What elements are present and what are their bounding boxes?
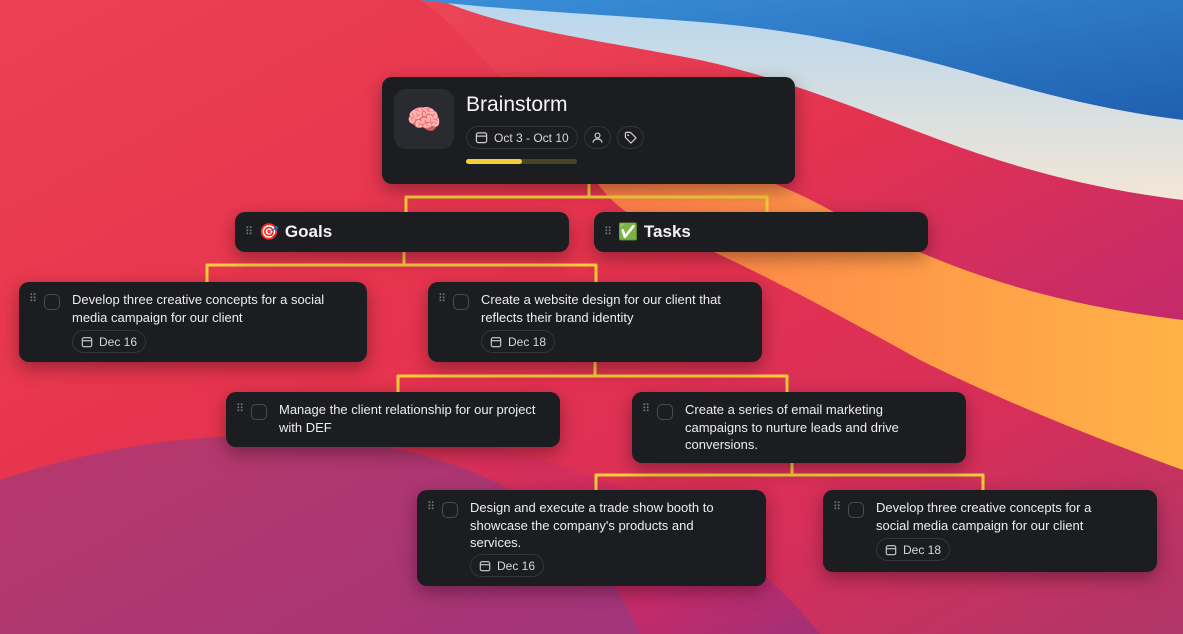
drag-handle-icon[interactable]: ⠿ xyxy=(604,227,612,238)
calendar-icon xyxy=(479,560,491,571)
task-text: Develop three creative concepts for a so… xyxy=(876,500,1092,533)
section-label: Tasks xyxy=(643,222,691,241)
due-date-chip[interactable]: Dec 18 xyxy=(876,538,951,561)
section-tasks[interactable]: ⠿ ✅ Tasks xyxy=(594,212,928,252)
task-checkbox[interactable] xyxy=(251,404,267,420)
drag-handle-icon[interactable]: ⠿ xyxy=(245,227,253,238)
assignee-button[interactable] xyxy=(583,126,611,149)
due-date-text: Dec 16 xyxy=(497,558,536,573)
date-range-chip[interactable]: Oct 3 - Oct 10 xyxy=(466,126,578,149)
due-date-text: Dec 16 xyxy=(99,334,138,349)
progress-fill xyxy=(466,159,522,164)
due-date-text: Dec 18 xyxy=(508,334,547,349)
calendar-icon xyxy=(885,544,897,555)
task-card[interactable]: ⠿ Design and execute a trade show booth … xyxy=(417,490,766,586)
task-text: Manage the client relationship for our p… xyxy=(279,402,536,435)
date-range-text: Oct 3 - Oct 10 xyxy=(494,130,569,145)
drag-handle-icon[interactable]: ⠿ xyxy=(427,502,435,513)
drag-handle-icon[interactable]: ⠿ xyxy=(833,502,841,513)
check-mark-icon: ✅ xyxy=(618,224,638,241)
task-checkbox[interactable] xyxy=(442,502,458,518)
user-icon xyxy=(591,132,603,143)
tag-icon xyxy=(624,131,637,144)
section-goals[interactable]: ⠿ 🎯 Goals xyxy=(235,212,569,252)
drag-handle-icon[interactable]: ⠿ xyxy=(236,404,244,415)
task-card[interactable]: ⠿ Develop three creative concepts for a … xyxy=(823,490,1157,572)
due-date-chip[interactable]: Dec 18 xyxy=(481,330,556,353)
task-text: Create a website design for our client t… xyxy=(481,292,721,325)
task-checkbox[interactable] xyxy=(44,294,60,310)
target-icon: 🎯 xyxy=(259,224,279,241)
task-text: Develop three creative concepts for a so… xyxy=(72,292,325,325)
task-checkbox[interactable] xyxy=(848,502,864,518)
drag-handle-icon[interactable]: ⠿ xyxy=(29,294,37,305)
progress-bar xyxy=(466,159,577,164)
task-text: Design and execute a trade show booth to… xyxy=(470,500,714,550)
root-title: Brainstorm xyxy=(466,93,568,116)
due-date-chip[interactable]: Dec 16 xyxy=(72,330,147,353)
task-card[interactable]: ⠿ Create a website design for our client… xyxy=(428,282,762,362)
root-meta: Oct 3 - Oct 10 xyxy=(466,126,644,149)
task-card[interactable]: ⠿ Develop three creative concepts for a … xyxy=(19,282,367,362)
task-text: Create a series of email marketing campa… xyxy=(685,402,899,452)
root-node-card[interactable]: 🧠 Brainstorm Oct 3 - Oct 10 xyxy=(382,77,795,184)
calendar-icon xyxy=(475,132,488,144)
calendar-icon xyxy=(490,336,502,347)
brain-icon: 🧠 xyxy=(394,89,454,149)
due-date-chip[interactable]: Dec 16 xyxy=(470,554,545,577)
section-label: Goals xyxy=(284,222,333,241)
drag-handle-icon[interactable]: ⠿ xyxy=(642,404,650,415)
calendar-icon xyxy=(81,336,93,347)
task-card[interactable]: ⠿ Manage the client relationship for our… xyxy=(226,392,560,447)
task-checkbox[interactable] xyxy=(657,404,673,420)
task-checkbox[interactable] xyxy=(453,294,469,310)
task-card[interactable]: ⠿ Create a series of email marketing cam… xyxy=(632,392,966,463)
due-date-text: Dec 18 xyxy=(903,542,942,557)
tag-button[interactable] xyxy=(616,126,644,149)
drag-handle-icon[interactable]: ⠿ xyxy=(438,294,446,305)
